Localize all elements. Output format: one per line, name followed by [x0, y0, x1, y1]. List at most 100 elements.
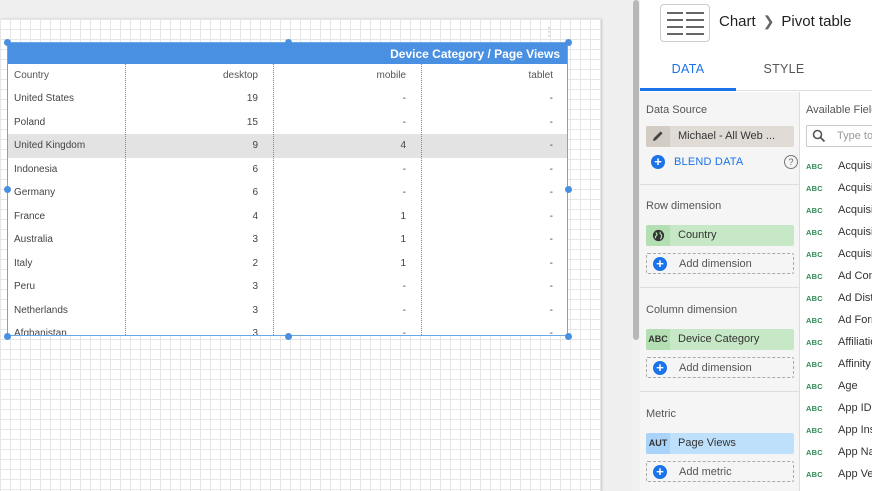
table-row[interactable]: Peru 3 - -	[8, 275, 567, 299]
panel-tabs: DATA STYLE	[640, 47, 872, 91]
text-type-icon: ABC	[806, 448, 823, 457]
country-cell: Australia	[14, 234, 53, 245]
resize-handle-bottom[interactable]	[285, 333, 292, 340]
value-cell: -	[402, 187, 406, 198]
value-cell: 3	[252, 234, 258, 245]
country-cell: United Kingdom	[14, 140, 86, 151]
field-item[interactable]: ABC App ID	[806, 398, 872, 420]
field-item[interactable]: ABC Ad Distribution Network	[806, 288, 872, 310]
row-dimension-title: Row dimension	[646, 200, 722, 212]
column-dimension-chip[interactable]: ABC Device Category	[646, 329, 794, 350]
resize-handle-top[interactable]	[285, 39, 292, 46]
resize-handle-bottom-left[interactable]	[4, 333, 11, 340]
resize-handle-left[interactable]	[4, 186, 11, 193]
table-header-row: Country desktop mobile tablet	[8, 64, 567, 87]
value-cell: 3	[252, 328, 258, 336]
field-name: Acquisition Channel	[838, 248, 872, 260]
add-dimension-label: Add dimension	[679, 258, 752, 270]
country-cell: Italy	[14, 257, 33, 269]
available-fields: Available Fields Type to search ABC Acqui…	[801, 92, 872, 491]
field-item[interactable]: ABC App Version	[806, 464, 872, 486]
field-item[interactable]: ABC Ad Format	[806, 310, 872, 332]
field-item[interactable]: ABC Acquisition Source / Medium	[806, 222, 872, 244]
field-item[interactable]: ABC Acquisition Medium	[806, 178, 872, 200]
country-cell: Netherlands	[14, 304, 68, 316]
add-row-dimension-button[interactable]: + Add dimension	[646, 253, 794, 274]
section-divider	[640, 184, 800, 185]
available-fields-title: Available Fields	[806, 104, 872, 116]
text-type-icon: ABC	[806, 184, 823, 193]
metric-title: Metric	[646, 408, 676, 420]
report-canvas[interactable]: Device Category / Page Views Country desk…	[0, 0, 632, 491]
column-header: desktop	[222, 70, 258, 81]
resize-handle-right[interactable]	[565, 186, 572, 193]
field-search-input[interactable]: Type to search	[806, 125, 872, 147]
value-cell: -	[402, 328, 406, 336]
data-source-chip[interactable]: Michael - All Web ...	[646, 126, 794, 147]
breadcrumb-current: Pivot table	[781, 13, 852, 30]
blend-data-button[interactable]: + BLEND DATA ?	[646, 152, 798, 173]
field-name: App Version	[838, 468, 872, 480]
resize-handle-top-left[interactable]	[4, 39, 11, 46]
value-cell: -	[402, 116, 406, 128]
column-dimension-label: Device Category	[678, 333, 760, 345]
resize-handle-bottom-right[interactable]	[565, 333, 572, 340]
add-column-dimension-button[interactable]: + Add dimension	[646, 357, 794, 378]
add-metric-label: Add metric	[679, 466, 732, 478]
data-source-name: Michael - All Web ...	[678, 130, 775, 142]
chart-more-icon[interactable]: · · ·	[545, 23, 553, 42]
table-row[interactable]: Netherlands 3 - -	[8, 299, 567, 323]
table-row[interactable]: Indonesia 6 - -	[8, 158, 567, 182]
value-cell: 2	[252, 257, 258, 269]
table-row[interactable]: Italy 2 1 -	[8, 252, 567, 276]
data-source-title: Data Source	[646, 104, 708, 116]
plus-icon: +	[653, 465, 667, 479]
row-dimension-chip[interactable]: Country	[646, 225, 794, 246]
value-cell: -	[549, 328, 553, 336]
field-name: Acquisition Source / Medium	[838, 226, 872, 238]
field-item[interactable]: ABC Ad Content	[806, 266, 872, 288]
pivot-table-chart[interactable]: Device Category / Page Views Country desk…	[7, 42, 568, 336]
tab-style[interactable]: STYLE	[736, 47, 832, 91]
metric-chip[interactable]: AUT Page Views	[646, 433, 794, 454]
value-cell: -	[402, 163, 406, 175]
field-item[interactable]: ABC Affinity Category	[806, 354, 872, 376]
field-item[interactable]: ABC App Installer ID	[806, 420, 872, 442]
breadcrumb: Chart ❯ Pivot table	[719, 13, 851, 30]
table-row[interactable]: United States 19 - -	[8, 87, 567, 111]
field-item[interactable]: ABC Affiliation	[806, 332, 872, 354]
globe-icon	[646, 225, 670, 246]
country-cell: Germany	[14, 187, 56, 198]
row-dimension-label: Country	[678, 229, 717, 241]
field-item[interactable]: ABC App Name	[806, 442, 872, 464]
field-item[interactable]: ABC Acquisition Source	[806, 200, 872, 222]
text-type-icon: ABC	[806, 470, 823, 479]
panel-top-bar: Chart ❯ Pivot table	[640, 0, 872, 47]
help-icon[interactable]: ?	[784, 155, 798, 169]
table-row[interactable]: Poland 15 - -	[8, 111, 567, 135]
breadcrumb-parent[interactable]: Chart	[719, 13, 756, 30]
country-cell: Poland	[14, 116, 46, 128]
canvas-scrollbar[interactable]	[632, 0, 640, 491]
table-row[interactable]: France 4 1 -	[8, 205, 567, 229]
field-name: Ad Content	[838, 270, 872, 282]
resize-handle-top-right[interactable]	[565, 39, 572, 46]
field-name: Acquisition Campaign	[838, 160, 872, 172]
field-name: App Name	[838, 446, 872, 458]
tab-data[interactable]: DATA	[640, 47, 736, 91]
field-item[interactable]: ABC Age	[806, 376, 872, 398]
pivot-table-icon[interactable]	[660, 4, 710, 42]
text-type-icon: ABC	[806, 272, 823, 281]
scrollbar-thumb[interactable]	[633, 0, 639, 340]
table-row[interactable]: United Kingdom 9 4 -	[8, 134, 567, 158]
value-cell: -	[549, 257, 553, 269]
pencil-icon[interactable]	[646, 126, 670, 147]
table-row[interactable]: Germany 6 - -	[8, 181, 567, 205]
field-item[interactable]: ABC Acquisition Channel	[806, 244, 872, 266]
table-row[interactable]: Australia 3 1 -	[8, 228, 567, 252]
search-placeholder: Type to search	[837, 130, 872, 142]
field-item[interactable]: ABC Acquisition Campaign	[806, 156, 872, 178]
value-cell: 3	[252, 304, 258, 316]
add-metric-button[interactable]: + Add metric	[646, 461, 794, 482]
search-icon	[812, 129, 826, 143]
